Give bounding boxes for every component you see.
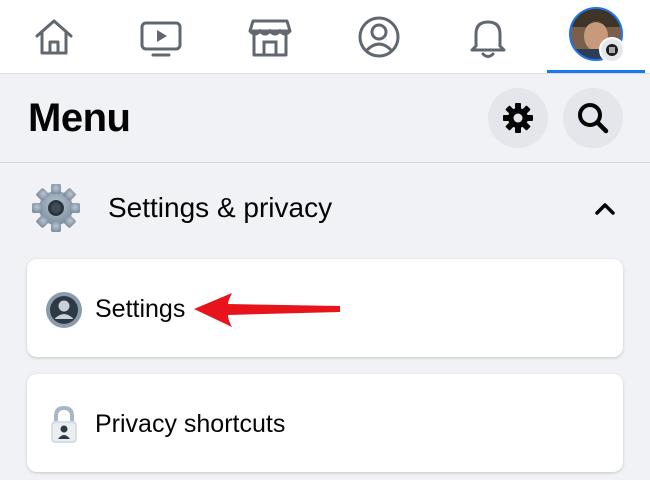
- chevron-up-icon: [595, 203, 615, 215]
- nav-tab-watch[interactable]: [116, 0, 206, 73]
- settings-privacy-section-toggle[interactable]: Settings & privacy: [0, 170, 650, 250]
- profile-icon: [358, 16, 400, 57]
- top-navigation-bar: [0, 0, 650, 74]
- settings-button[interactable]: [488, 88, 548, 148]
- settings-gear-icon: [32, 184, 80, 232]
- menu-lines-icon: [599, 37, 625, 63]
- active-tab-indicator: [547, 70, 645, 73]
- header-divider: [0, 162, 650, 163]
- settings-item-label: Settings: [95, 295, 186, 323]
- nav-tab-home[interactable]: [9, 0, 99, 73]
- section-label: Settings & privacy: [108, 192, 333, 223]
- gear-icon: [503, 103, 533, 133]
- nav-tab-notifications[interactable]: [443, 0, 533, 73]
- search-button[interactable]: [563, 88, 623, 148]
- home-icon: [35, 19, 73, 54]
- privacy-shortcuts-item-label: Privacy shortcuts: [95, 410, 286, 438]
- annotation-arrow-icon: [194, 293, 340, 327]
- user-circle-icon: [46, 292, 82, 328]
- marketplace-icon: [248, 19, 292, 56]
- nav-tab-menu[interactable]: [569, 7, 625, 63]
- privacy-shortcuts-item[interactable]: Privacy shortcuts: [27, 374, 623, 472]
- page-title: Menu: [28, 96, 131, 140]
- search-icon: [578, 103, 609, 134]
- nav-tab-profile[interactable]: [334, 0, 424, 73]
- nav-tab-marketplace[interactable]: [225, 0, 315, 73]
- lock-icon: [51, 405, 77, 443]
- video-icon: [140, 21, 182, 56]
- bell-icon: [470, 20, 506, 58]
